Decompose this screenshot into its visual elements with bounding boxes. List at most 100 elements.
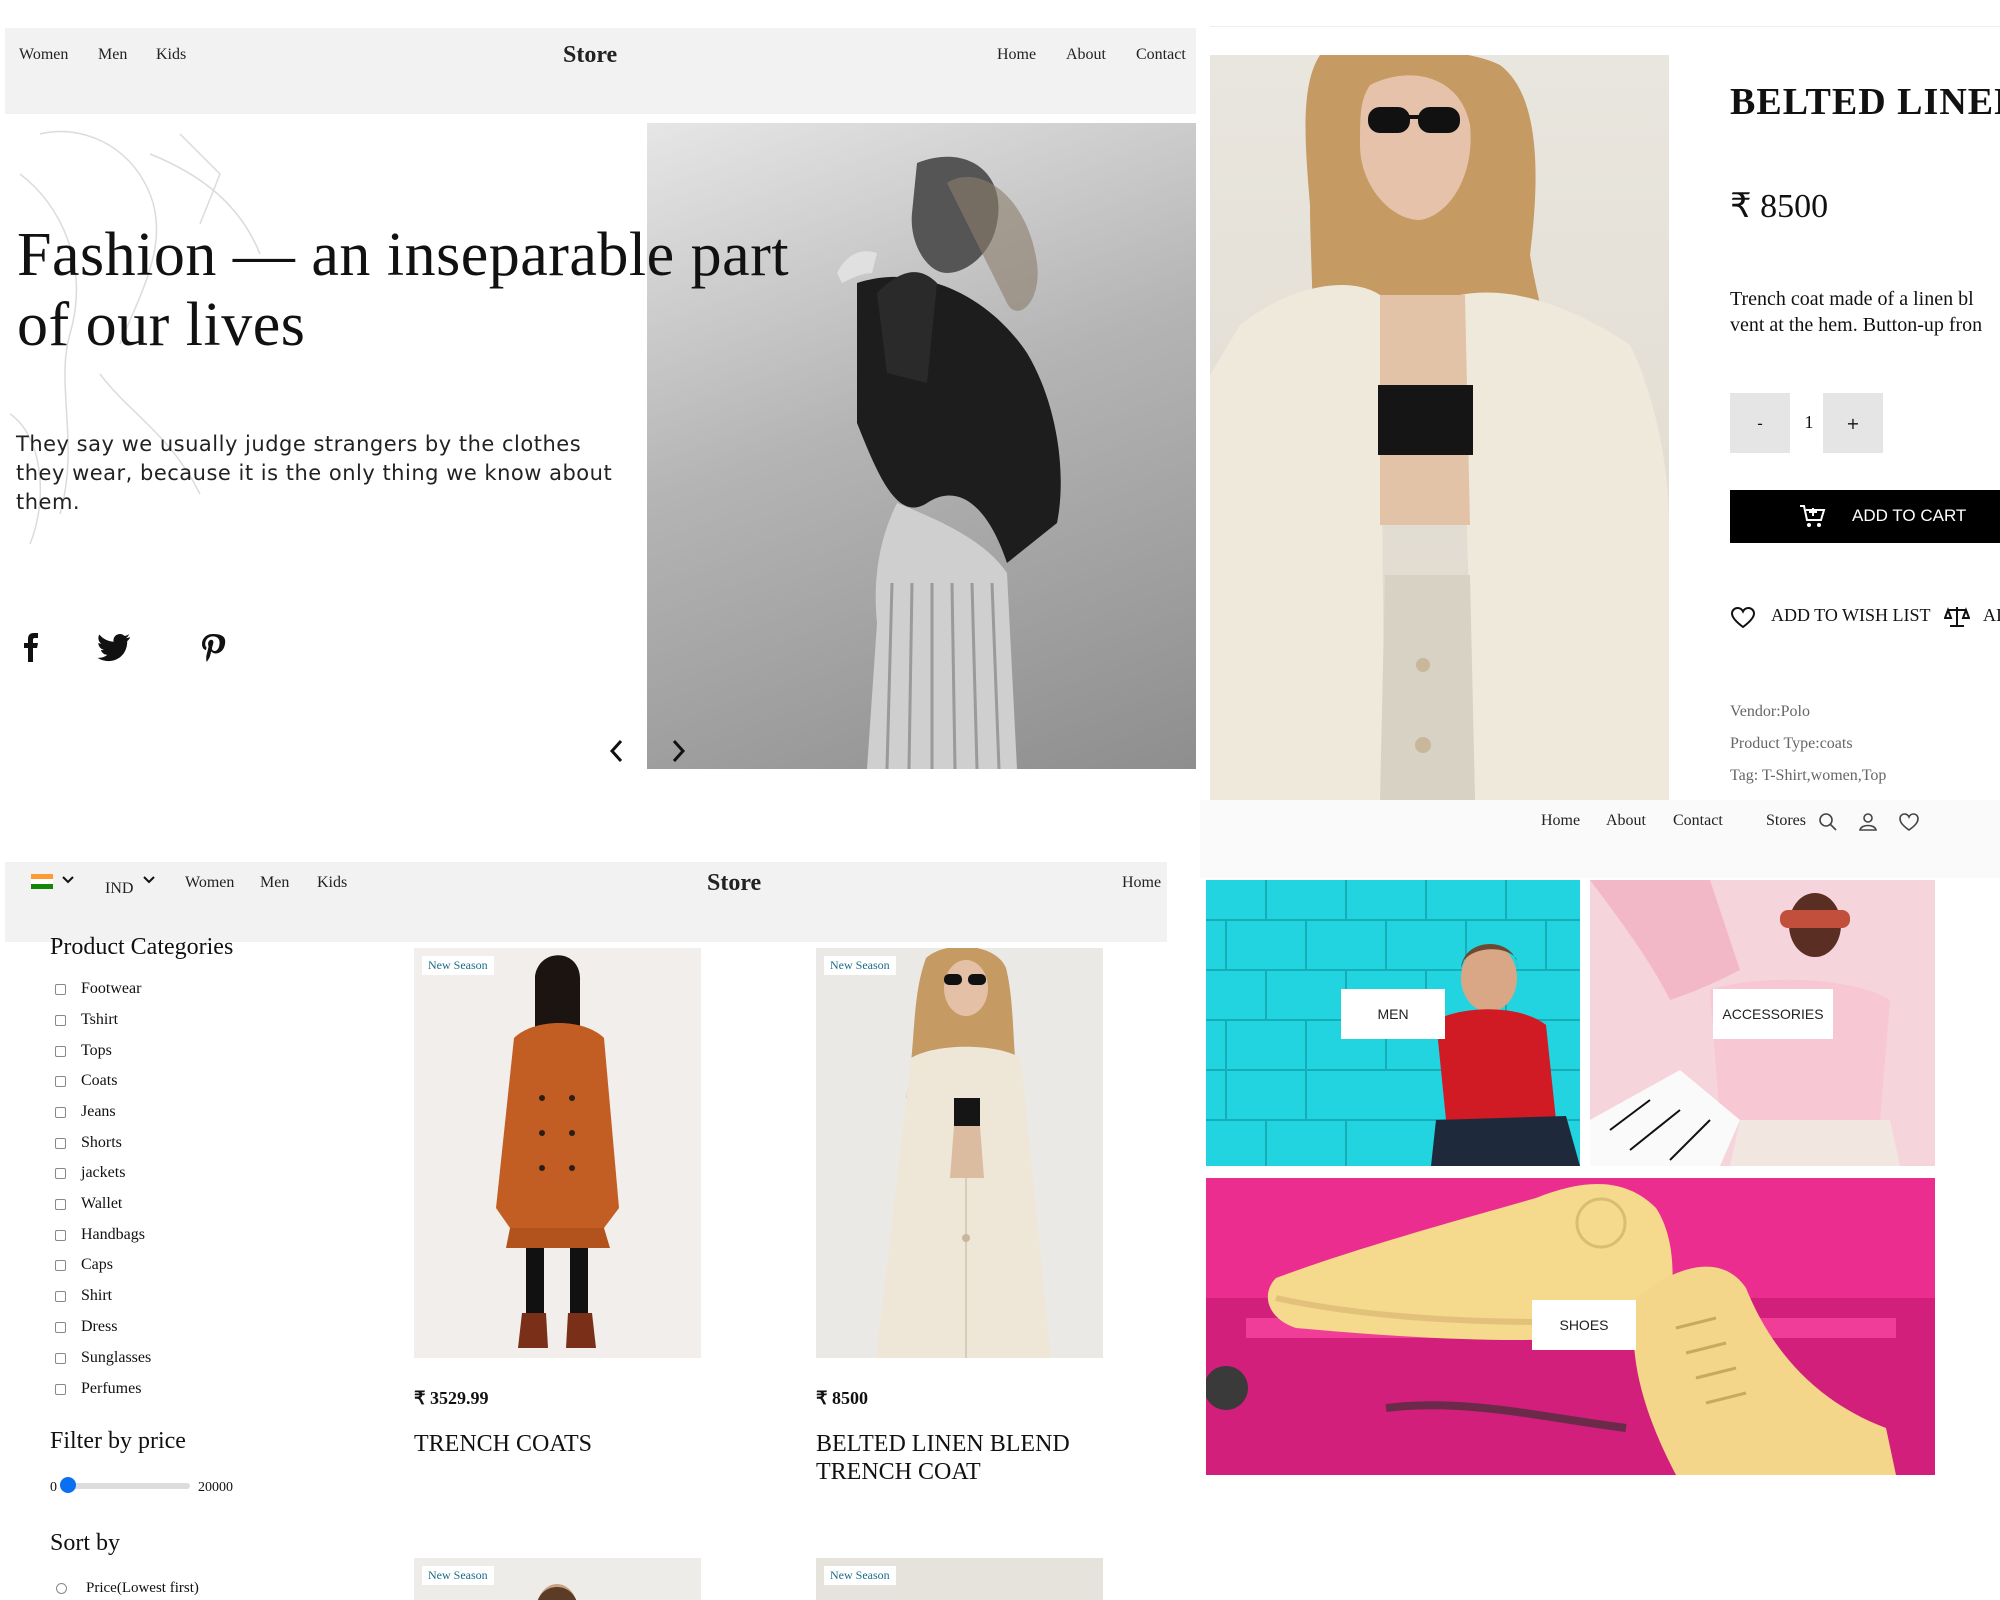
- category-label: Handbags: [81, 1226, 145, 1243]
- add-to-wishlist-label: ADD TO WISH LIST: [1771, 605, 1931, 625]
- product-card-image[interactable]: New Season: [414, 948, 701, 1358]
- add-to-cart-button[interactable]: ADD TO CART: [1730, 490, 2000, 543]
- heart-icon[interactable]: [1898, 812, 1920, 832]
- compare-label: AI: [1983, 605, 2000, 625]
- top-navbar: IND Women Men Kids Store Home: [5, 862, 1167, 942]
- price-max-label: 20000: [198, 1480, 233, 1495]
- nav-home[interactable]: Home: [1122, 874, 1161, 892]
- sort-option-label: Price(Lowest first): [86, 1580, 199, 1596]
- new-season-badge: New Season: [824, 956, 896, 975]
- checkbox[interactable]: [55, 1076, 66, 1087]
- nav-women[interactable]: Women: [185, 874, 234, 892]
- product-photo: [1210, 55, 1669, 800]
- nav-contact[interactable]: Contact: [1136, 46, 1186, 64]
- top-navbar: Home About Contact Stores: [1200, 800, 2000, 878]
- product-card-name[interactable]: BELTED LINEN BLEND TRENCH COAT: [816, 1430, 1106, 1486]
- nav-home[interactable]: Home: [997, 46, 1036, 64]
- cart-icon: [1800, 505, 1826, 527]
- nav-about[interactable]: About: [1066, 46, 1106, 64]
- checkbox[interactable]: [55, 1322, 66, 1333]
- product-card-image[interactable]: New Season: [414, 1558, 701, 1600]
- price-slider-track[interactable]: [60, 1483, 190, 1489]
- product-vendor: Vendor:Polo: [1730, 703, 1810, 720]
- nav-kids[interactable]: Kids: [317, 874, 347, 892]
- checkbox[interactable]: [55, 1168, 66, 1179]
- checkbox[interactable]: [55, 1384, 66, 1395]
- category-tile-label: MEN: [1341, 989, 1445, 1039]
- nav-kids[interactable]: Kids: [156, 46, 186, 64]
- category-tile-label: ACCESSORIES: [1713, 989, 1833, 1039]
- nav-stores[interactable]: Stores: [1766, 812, 1806, 830]
- product-listing-page: IND Women Men Kids Store Home Product Ca…: [0, 800, 1200, 1600]
- category-label: Footwear: [81, 980, 142, 997]
- india-flag-icon[interactable]: [31, 874, 53, 889]
- checkbox[interactable]: [55, 1046, 66, 1057]
- product-card-price: ₹ 8500: [816, 1388, 868, 1408]
- category-tile-shoes[interactable]: SHOES: [1206, 1178, 1935, 1475]
- category-label: Wallet: [81, 1195, 123, 1212]
- quantity-decrease-button[interactable]: -: [1730, 393, 1790, 453]
- user-icon[interactable]: [1858, 812, 1878, 832]
- checkbox[interactable]: [55, 984, 66, 995]
- hero-title: Fashion — an inseparable part of our liv…: [17, 221, 790, 359]
- checkbox[interactable]: [55, 1107, 66, 1118]
- pinterest-icon[interactable]: [193, 628, 233, 668]
- chevron-down-icon[interactable]: [61, 875, 75, 885]
- category-tile-label: SHOES: [1532, 1300, 1636, 1350]
- category-tile-men[interactable]: MEN: [1206, 880, 1580, 1166]
- category-label: Perfumes: [81, 1380, 142, 1397]
- nav-about[interactable]: About: [1606, 812, 1646, 830]
- product-card-image[interactable]: New Season: [816, 948, 1103, 1358]
- product-detail-page: BELTED LINEN ₹ 8500 Trench coat made of …: [1200, 0, 2000, 800]
- divider: [1210, 26, 2000, 27]
- twitter-icon[interactable]: [94, 628, 134, 668]
- category-label: Caps: [81, 1256, 113, 1273]
- checkbox[interactable]: [55, 1138, 66, 1149]
- filter-by-price-title: Filter by price: [50, 1428, 186, 1454]
- brand-logo[interactable]: Store: [563, 42, 617, 69]
- radio-button[interactable]: [56, 1583, 67, 1594]
- product-description-line: Trench coat made of a linen bl: [1730, 288, 1974, 310]
- price-slider-handle[interactable]: [60, 1477, 76, 1493]
- facebook-icon[interactable]: [12, 628, 52, 668]
- product-tags: Tag: T-Shirt,women,Top: [1730, 767, 1887, 784]
- product-description: Trench coat made of a linen bl vent at t…: [1730, 286, 2000, 338]
- search-icon[interactable]: [1818, 812, 1838, 832]
- category-label: Tshirt: [81, 1011, 119, 1028]
- carousel-next-icon[interactable]: [665, 733, 691, 769]
- currency-selector[interactable]: IND: [105, 880, 133, 898]
- category-label: Dress: [81, 1318, 118, 1335]
- checkbox[interactable]: [55, 1353, 66, 1364]
- heart-icon: [1730, 606, 1756, 629]
- nav-contact[interactable]: Contact: [1673, 812, 1723, 830]
- nav-home[interactable]: Home: [1541, 812, 1580, 830]
- category-label: Shorts: [81, 1134, 122, 1151]
- checkbox[interactable]: [55, 1230, 66, 1241]
- product-card-price: ₹ 3529.99: [414, 1388, 489, 1408]
- hero-page: Women Men Kids Store Home About Contact …: [0, 0, 1200, 800]
- quantity-increase-button[interactable]: +: [1823, 393, 1883, 453]
- category-tile-accessories[interactable]: ACCESSORIES: [1590, 880, 1935, 1166]
- product-price: ₹ 8500: [1730, 188, 1829, 225]
- product-description-line: vent at the hem. Button-up fron: [1730, 314, 1983, 336]
- nav-men[interactable]: Men: [98, 46, 127, 64]
- nav-women[interactable]: Women: [19, 46, 68, 64]
- categories-title: Product Categories: [50, 934, 234, 960]
- new-season-badge: New Season: [824, 1566, 896, 1585]
- category-label: Shirt: [81, 1287, 113, 1304]
- product-type: Product Type:coats: [1730, 735, 1853, 752]
- category-label: Sunglasses: [81, 1349, 152, 1366]
- checkbox[interactable]: [55, 1260, 66, 1271]
- nav-men[interactable]: Men: [260, 874, 289, 892]
- chevron-down-icon[interactable]: [142, 875, 156, 885]
- checkbox[interactable]: [55, 1015, 66, 1026]
- checkbox[interactable]: [55, 1199, 66, 1210]
- quantity-value[interactable]: 1: [1794, 412, 1824, 433]
- carousel-prev-icon[interactable]: [604, 733, 630, 769]
- checkbox[interactable]: [55, 1291, 66, 1302]
- product-card-name[interactable]: TRENCH COATS: [414, 1430, 704, 1458]
- product-title: BELTED LINEN: [1730, 81, 2000, 123]
- category-label: Jeans: [81, 1103, 116, 1120]
- brand-logo[interactable]: Store: [707, 870, 761, 897]
- product-card-image[interactable]: New Season: [816, 1558, 1103, 1600]
